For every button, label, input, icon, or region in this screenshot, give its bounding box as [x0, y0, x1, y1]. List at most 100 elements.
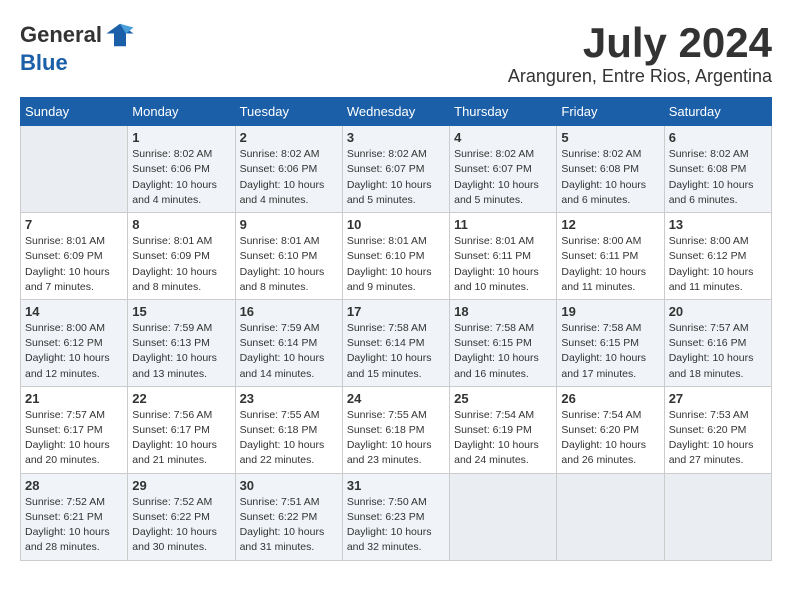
calendar-cell: 12 Sunrise: 8:00 AMSunset: 6:11 PMDayligh…: [557, 213, 664, 300]
day-info: Sunrise: 8:02 AMSunset: 6:06 PMDaylight:…: [132, 147, 230, 208]
calendar-cell: 13Sunrise: 8:00 AMSunset: 6:12 PMDayligh…: [664, 213, 771, 300]
day-header-friday: Friday: [557, 98, 664, 126]
day-info: Sunrise: 7:55 AMSunset: 6:18 PMDaylight:…: [240, 408, 338, 469]
calendar-cell: 1 Sunrise: 8:02 AMSunset: 6:06 PMDaylight…: [128, 126, 235, 213]
calendar-cell: 18 Sunrise: 7:58 AMSunset: 6:15 PMDayligh…: [450, 299, 557, 386]
day-info: Sunrise: 7:57 AMSunset: 6:17 PMDaylight:…: [25, 408, 123, 469]
day-info: Sunrise: 8:01 AMSunset: 6:10 PMDaylight:…: [347, 234, 445, 295]
calendar-week-row: 21Sunrise: 7:57 AMSunset: 6:17 PMDayligh…: [21, 386, 772, 473]
calendar-cell: 29Sunrise: 7:52 AMSunset: 6:22 PMDayligh…: [128, 473, 235, 560]
month-year-title: July 2024: [508, 20, 772, 66]
day-number: 31: [347, 478, 445, 493]
calendar-cell: 8Sunrise: 8:01 AMSunset: 6:09 PMDaylight…: [128, 213, 235, 300]
day-info: Sunrise: 7:56 AMSunset: 6:17 PMDaylight:…: [132, 408, 230, 469]
day-number: 16: [240, 304, 338, 319]
day-number: 12: [561, 217, 659, 232]
day-number: 18: [454, 304, 552, 319]
calendar-cell: 4Sunrise: 8:02 AMSunset: 6:07 PMDaylight…: [450, 126, 557, 213]
day-info: Sunrise: 8:02 AMSunset: 6:08 PMDaylight:…: [669, 147, 767, 208]
calendar-week-row: 28 Sunrise: 7:52 AMSunset: 6:21 PMDayligh…: [21, 473, 772, 560]
day-info: Sunrise: 7:51 AMSunset: 6:22 PMDaylight:…: [240, 495, 338, 556]
day-info: Sunrise: 7:53 AMSunset: 6:20 PMDaylight:…: [669, 408, 767, 469]
day-info: Sunrise: 8:01 AMSunset: 6:10 PMDaylight:…: [240, 234, 338, 295]
day-info: Sunrise: 7:54 AMSunset: 6:19 PMDaylight:…: [454, 408, 552, 469]
logo-bird-icon: [105, 20, 135, 50]
logo-general-text: General: [20, 22, 102, 48]
day-number: 1: [132, 130, 230, 145]
day-header-saturday: Saturday: [664, 98, 771, 126]
calendar-cell: 2 Sunrise: 8:02 AMSunset: 6:06 PMDaylight…: [235, 126, 342, 213]
day-number: 27: [669, 391, 767, 406]
calendar-cell: 23 Sunrise: 7:55 AMSunset: 6:18 PMDayligh…: [235, 386, 342, 473]
day-info: Sunrise: 7:58 AMSunset: 6:15 PMDaylight:…: [561, 321, 659, 382]
calendar-cell: 21Sunrise: 7:57 AMSunset: 6:17 PMDayligh…: [21, 386, 128, 473]
calendar-cell: 7 Sunrise: 8:01 AMSunset: 6:09 PMDaylight…: [21, 213, 128, 300]
calendar-cell: 14Sunrise: 8:00 AMSunset: 6:12 PMDayligh…: [21, 299, 128, 386]
day-number: 23: [240, 391, 338, 406]
day-info: Sunrise: 8:02 AMSunset: 6:06 PMDaylight:…: [240, 147, 338, 208]
calendar-cell: 3Sunrise: 8:02 AMSunset: 6:07 PMDaylight…: [342, 126, 449, 213]
day-number: 2: [240, 130, 338, 145]
day-number: 11: [454, 217, 552, 232]
day-number: 19: [561, 304, 659, 319]
calendar-cell: 28 Sunrise: 7:52 AMSunset: 6:21 PMDayligh…: [21, 473, 128, 560]
day-number: 8: [132, 217, 230, 232]
day-number: 15: [132, 304, 230, 319]
day-header-sunday: Sunday: [21, 98, 128, 126]
calendar-cell: 22 Sunrise: 7:56 AMSunset: 6:17 PMDayligh…: [128, 386, 235, 473]
calendar-cell: [450, 473, 557, 560]
logo: General Blue: [20, 20, 135, 76]
calendar-cell: 31 Sunrise: 7:50 AMSunset: 6:23 PMDayligh…: [342, 473, 449, 560]
calendar-cell: 26Sunrise: 7:54 AMSunset: 6:20 PMDayligh…: [557, 386, 664, 473]
day-number: 20: [669, 304, 767, 319]
calendar-cell: [557, 473, 664, 560]
calendar-cell: [664, 473, 771, 560]
day-number: 26: [561, 391, 659, 406]
day-info: Sunrise: 7:58 AMSunset: 6:14 PMDaylight:…: [347, 321, 445, 382]
day-number: 22: [132, 391, 230, 406]
day-number: 29: [132, 478, 230, 493]
day-number: 10: [347, 217, 445, 232]
day-info: Sunrise: 7:57 AMSunset: 6:16 PMDaylight:…: [669, 321, 767, 382]
day-number: 6: [669, 130, 767, 145]
calendar-cell: 27 Sunrise: 7:53 AMSunset: 6:20 PMDayligh…: [664, 386, 771, 473]
day-header-thursday: Thursday: [450, 98, 557, 126]
calendar-cell: 19 Sunrise: 7:58 AMSunset: 6:15 PMDayligh…: [557, 299, 664, 386]
day-info: Sunrise: 8:00 AMSunset: 6:12 PMDaylight:…: [669, 234, 767, 295]
calendar-cell: 6 Sunrise: 8:02 AMSunset: 6:08 PMDaylight…: [664, 126, 771, 213]
day-number: 24: [347, 391, 445, 406]
location-subtitle: Aranguren, Entre Rios, Argentina: [508, 66, 772, 87]
day-number: 9: [240, 217, 338, 232]
day-info: Sunrise: 7:58 AMSunset: 6:15 PMDaylight:…: [454, 321, 552, 382]
day-info: Sunrise: 8:01 AMSunset: 6:11 PMDaylight:…: [454, 234, 552, 295]
calendar-week-row: 14Sunrise: 8:00 AMSunset: 6:12 PMDayligh…: [21, 299, 772, 386]
day-number: 28: [25, 478, 123, 493]
day-info: Sunrise: 8:02 AMSunset: 6:07 PMDaylight:…: [347, 147, 445, 208]
day-number: 7: [25, 217, 123, 232]
calendar-cell: 16 Sunrise: 7:59 AMSunset: 6:14 PMDayligh…: [235, 299, 342, 386]
calendar-cell: 30 Sunrise: 7:51 AMSunset: 6:22 PMDayligh…: [235, 473, 342, 560]
day-info: Sunrise: 7:50 AMSunset: 6:23 PMDaylight:…: [347, 495, 445, 556]
day-info: Sunrise: 8:01 AMSunset: 6:09 PMDaylight:…: [25, 234, 123, 295]
calendar-cell: 5Sunrise: 8:02 AMSunset: 6:08 PMDaylight…: [557, 126, 664, 213]
calendar-cell: 9 Sunrise: 8:01 AMSunset: 6:10 PMDaylight…: [235, 213, 342, 300]
day-info: Sunrise: 7:52 AMSunset: 6:21 PMDaylight:…: [25, 495, 123, 556]
calendar-week-row: 7 Sunrise: 8:01 AMSunset: 6:09 PMDaylight…: [21, 213, 772, 300]
day-header-tuesday: Tuesday: [235, 98, 342, 126]
day-number: 25: [454, 391, 552, 406]
day-info: Sunrise: 8:00 AMSunset: 6:12 PMDaylight:…: [25, 321, 123, 382]
day-number: 17: [347, 304, 445, 319]
title-section: July 2024 Aranguren, Entre Rios, Argenti…: [508, 20, 772, 87]
calendar-cell: 10 Sunrise: 8:01 AMSunset: 6:10 PMDayligh…: [342, 213, 449, 300]
day-info: Sunrise: 7:59 AMSunset: 6:14 PMDaylight:…: [240, 321, 338, 382]
calendar-header-row: SundayMondayTuesdayWednesdayThursdayFrid…: [21, 98, 772, 126]
day-number: 4: [454, 130, 552, 145]
day-number: 30: [240, 478, 338, 493]
calendar-cell: 17 Sunrise: 7:58 AMSunset: 6:14 PMDayligh…: [342, 299, 449, 386]
day-info: Sunrise: 7:59 AMSunset: 6:13 PMDaylight:…: [132, 321, 230, 382]
calendar-cell: 24Sunrise: 7:55 AMSunset: 6:18 PMDayligh…: [342, 386, 449, 473]
day-header-wednesday: Wednesday: [342, 98, 449, 126]
day-number: 5: [561, 130, 659, 145]
page-header: General Blue July 2024 Aranguren, Entre …: [20, 20, 772, 87]
day-info: Sunrise: 8:00 AMSunset: 6:11 PMDaylight:…: [561, 234, 659, 295]
